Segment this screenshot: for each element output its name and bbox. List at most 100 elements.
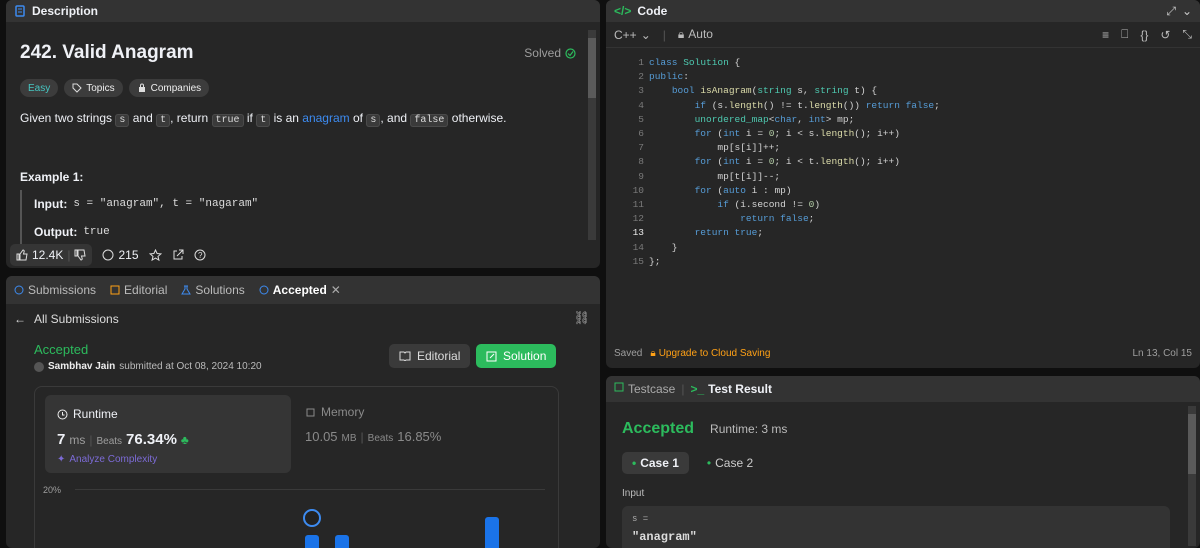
code-editor[interactable]: class Solution { public: bool isAnagram(…: [649, 56, 940, 269]
bookmark-icon[interactable]: ⎕: [1121, 27, 1128, 42]
edit-icon: [486, 351, 497, 362]
share-icon[interactable]: [172, 249, 184, 261]
description-actions: 12.4K | 215 ?: [10, 244, 206, 266]
terminal-icon: >_: [690, 382, 705, 396]
input-value: s = "anagram", t = "nagaram": [73, 198, 259, 210]
tab-editorial[interactable]: Editorial: [110, 283, 167, 297]
problem-statement: Given two strings s and t, return true i…: [20, 111, 507, 127]
format-icon[interactable]: ≡: [1102, 28, 1109, 42]
like-button[interactable]: 12.4K |: [10, 244, 93, 266]
upgrade-link[interactable]: 🔒︎ Upgrade to Cloud Saving: [650, 348, 770, 359]
stats-card: Runtime 7 ms | Beats 76.34% ♣ ✦ Analyze C…: [34, 386, 559, 548]
svg-text:?: ?: [198, 251, 203, 260]
example-box: Input: s = "anagram", t = "nagaram" Outpu…: [20, 190, 560, 246]
tab-submissions[interactable]: Submissions: [14, 283, 96, 297]
lock-icon: [137, 83, 147, 93]
submitted-time: submitted at Oct 08, 2024 10:20: [119, 361, 262, 372]
solved-badge: Solved: [524, 46, 576, 60]
language-select[interactable]: C++ ⌄: [614, 28, 651, 42]
description-tab[interactable]: Description: [32, 4, 98, 18]
avatar: [34, 361, 44, 372]
test-scrollbar[interactable]: [1188, 406, 1196, 546]
tab-test-result[interactable]: >_ Test Result: [690, 382, 771, 396]
saved-status: Saved: [614, 348, 643, 359]
submission-status: Accepted: [34, 342, 89, 357]
expand-icon[interactable]: ⤢: [1166, 4, 1176, 19]
reset-icon[interactable]: ↺: [1160, 28, 1170, 42]
chart-gridline: [75, 489, 545, 490]
memory-unit: MB: [341, 433, 357, 444]
runtime-box[interactable]: Runtime 7 ms | Beats 76.34% ♣ ✦ Analyze C…: [45, 395, 291, 473]
auto-mode[interactable]: 🔒︎ Auto: [678, 27, 713, 42]
memory-box[interactable]: Memory 10.05 MB | Beats 16.85%: [305, 405, 441, 444]
anagram-link[interactable]: anagram: [302, 111, 349, 125]
tab-solutions[interactable]: Solutions: [181, 283, 245, 297]
star-icon[interactable]: [148, 248, 162, 262]
chart-tick-label: 20%: [43, 485, 62, 495]
tab-accepted[interactable]: Accepted ✕: [259, 283, 341, 297]
memory-value: 10.05: [305, 429, 338, 444]
history-icon: [259, 285, 269, 295]
more-icon[interactable]: ⌄: [1182, 4, 1192, 18]
runtime-percentile: 76.34%: [126, 431, 177, 448]
submission-tabs: Submissions Editorial Solutions Accepted…: [6, 276, 600, 304]
beats-label: Beats: [96, 436, 123, 447]
comment-count: 215: [118, 248, 139, 262]
memory-label: Memory: [321, 405, 365, 419]
input-box: s = "anagram": [622, 506, 1170, 548]
like-count: 12.4K: [32, 248, 64, 262]
link-icon[interactable]: ⛓: [573, 310, 590, 326]
example-title: Example 1:: [20, 170, 84, 184]
chevron-down-icon: ⌄: [640, 27, 651, 42]
chip-icon: [305, 407, 316, 418]
help-icon[interactable]: ?: [194, 249, 206, 261]
runtime-label: Runtime: [73, 407, 118, 421]
thumbs-up-icon: [16, 249, 28, 261]
username[interactable]: Sambhav Jain: [48, 361, 115, 372]
check-circle-icon: [565, 47, 576, 59]
comments-button[interactable]: 215: [102, 248, 139, 262]
analyze-complexity-link[interactable]: ✦ Analyze Complexity: [57, 454, 279, 465]
companies-tag[interactable]: Companies: [128, 79, 210, 97]
tab-testcase[interactable]: Testcase: [614, 382, 675, 396]
distribution-bar[interactable]: [485, 517, 499, 548]
distribution-bar[interactable]: [335, 535, 349, 548]
user-marker-avatar[interactable]: [303, 509, 321, 527]
memory-percentile: 16.85%: [397, 429, 442, 444]
lock-icon: 🔒︎: [677, 27, 685, 41]
arrow-left-icon: ←: [14, 312, 26, 326]
case-2-tab[interactable]: • Case 2: [697, 452, 763, 474]
result-runtime: Runtime: 3 ms: [710, 422, 788, 436]
code-icon: </>: [614, 4, 632, 18]
braces-icon[interactable]: {}: [1140, 28, 1148, 42]
flask-icon: [181, 285, 192, 295]
solution-button[interactable]: Solution: [476, 344, 557, 368]
solved-label: Solved: [524, 46, 561, 60]
close-icon[interactable]: ✕: [331, 283, 341, 297]
runtime-value: 7: [57, 431, 66, 448]
thumbs-down-icon[interactable]: [74, 249, 87, 261]
test-panel: Testcase | >_ Test Result Accepted Runtim…: [606, 376, 1200, 548]
code-tab[interactable]: Code: [637, 4, 667, 18]
companies-label: Companies: [150, 82, 202, 94]
book-icon: [110, 285, 120, 295]
description-panel: Description 242. Valid Anagram Solved Ea…: [6, 0, 600, 268]
case-1-tab[interactable]: • Case 1: [622, 452, 689, 474]
comment-icon: [102, 249, 114, 261]
description-scrollbar[interactable]: [588, 30, 596, 240]
topics-tag[interactable]: Topics: [64, 79, 123, 97]
output-value: true: [83, 226, 110, 238]
submission-meta: Sambhav Jain submitted at Oct 08, 2024 10…: [34, 361, 262, 372]
code-header: </> Code ⤢ ⌄: [606, 0, 1200, 22]
lock-icon: 🔒︎: [650, 348, 656, 359]
fullscreen-icon[interactable]: ⤡: [1182, 27, 1192, 42]
party-icon: ♣: [180, 433, 189, 447]
all-submissions-link[interactable]: ← All Submissions: [14, 312, 119, 326]
editorial-button[interactable]: Editorial: [389, 344, 471, 368]
runtime-unit: ms: [69, 433, 86, 447]
input-var: s =: [632, 514, 649, 524]
code-toolbar: C++ ⌄ | 🔒︎ Auto ≡ ⎕ {} ↺ ⤡: [606, 22, 1200, 48]
difficulty-tag[interactable]: Easy: [20, 79, 59, 97]
distribution-bar[interactable]: [305, 535, 319, 548]
editor-footer: Saved 🔒︎ Upgrade to Cloud Saving Ln 13, C…: [614, 348, 1192, 359]
